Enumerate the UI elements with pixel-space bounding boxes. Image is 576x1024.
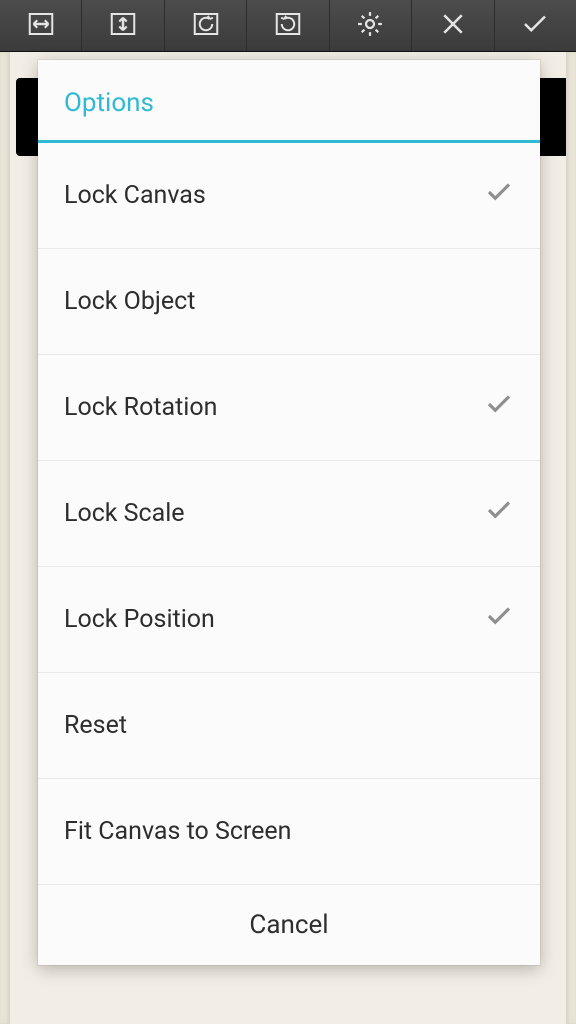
check-icon: [520, 9, 550, 43]
option-label: Lock Position: [64, 605, 215, 634]
option-label: Fit Canvas to Screen: [64, 817, 291, 846]
options-panel: Options Lock Canvas Lock Object Lock Rot…: [38, 60, 540, 965]
check-icon: [484, 177, 514, 214]
close-icon: [438, 9, 468, 43]
option-lock-scale[interactable]: Lock Scale: [38, 461, 540, 567]
confirm-button[interactable]: [495, 0, 576, 51]
check-icon: [484, 389, 514, 426]
option-lock-canvas[interactable]: Lock Canvas: [38, 143, 540, 249]
check-icon: [484, 601, 514, 638]
flip-horizontal-icon: [26, 9, 56, 43]
flip-vertical-icon: [108, 9, 138, 43]
option-lock-rotation[interactable]: Lock Rotation: [38, 355, 540, 461]
rotate-cw-icon: [273, 9, 303, 43]
check-icon: [484, 495, 514, 532]
option-lock-object[interactable]: Lock Object: [38, 249, 540, 355]
option-label: Lock Object: [64, 287, 195, 316]
option-label: Lock Canvas: [64, 181, 206, 210]
rotate-ccw-button[interactable]: [165, 0, 247, 51]
gear-icon: [355, 9, 385, 43]
close-button[interactable]: [412, 0, 494, 51]
option-fit-canvas[interactable]: Fit Canvas to Screen: [38, 779, 540, 885]
cancel-button[interactable]: Cancel: [38, 885, 540, 965]
option-label: Lock Scale: [64, 499, 185, 528]
option-label: Reset: [64, 711, 127, 740]
option-lock-position[interactable]: Lock Position: [38, 567, 540, 673]
option-label: Lock Rotation: [64, 393, 217, 422]
flip-vertical-button[interactable]: [82, 0, 164, 51]
rotate-cw-button[interactable]: [247, 0, 329, 51]
top-toolbar: [0, 0, 576, 52]
flip-horizontal-button[interactable]: [0, 0, 82, 51]
panel-title: Options: [38, 60, 540, 143]
settings-button[interactable]: [330, 0, 412, 51]
option-reset[interactable]: Reset: [38, 673, 540, 779]
rotate-ccw-icon: [191, 9, 221, 43]
